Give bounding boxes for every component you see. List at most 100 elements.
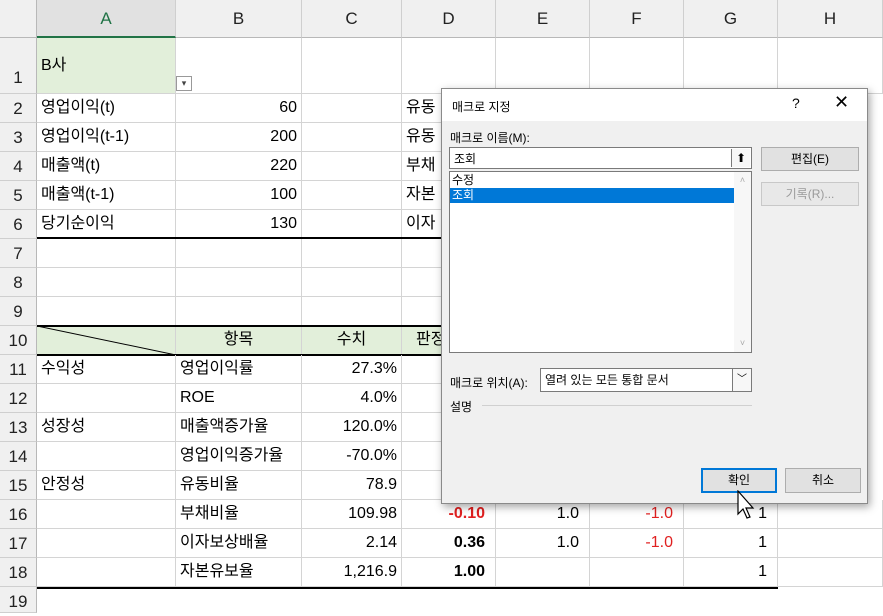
cell-a10[interactable] [37, 326, 176, 355]
cell-b12[interactable]: ROE [176, 384, 302, 413]
scroll-up-icon[interactable]: ˄ [734, 172, 751, 189]
cell-d10[interactable]: 판정 [402, 326, 442, 355]
dialog-titlebar[interactable]: 매크로 지정 ? ✕ [442, 89, 867, 121]
cell-a18[interactable] [37, 558, 176, 587]
row-header-7[interactable]: 7 [0, 239, 37, 268]
cell-b5[interactable]: 100 [176, 181, 302, 210]
cell-b14[interactable]: 영업이익증가율 [176, 442, 302, 471]
cell-h16[interactable] [778, 500, 883, 529]
cell-g1[interactable] [684, 38, 778, 94]
cell-b15[interactable]: 유동비율 [176, 471, 302, 500]
cell-d14[interactable] [402, 442, 442, 471]
cell-h1[interactable] [778, 38, 883, 94]
cell-c10[interactable]: 수치 [302, 326, 402, 355]
cell-g17[interactable]: 1 [684, 529, 778, 558]
row-header-6[interactable]: 6 [0, 210, 37, 239]
cell-f16[interactable]: -1.0 [590, 500, 684, 529]
row-header-8[interactable]: 8 [0, 268, 37, 297]
row-header-1[interactable]: 1 [0, 38, 37, 94]
cell-a17[interactable] [37, 529, 176, 558]
cell-b2[interactable]: 60 [176, 94, 302, 123]
row-header-12[interactable]: 12 [0, 384, 37, 413]
cell-a16[interactable] [37, 500, 176, 529]
scroll-down-icon[interactable]: ˅ [734, 335, 751, 352]
cell-d8[interactable] [402, 268, 442, 297]
cell-b3[interactable]: 200 [176, 123, 302, 152]
cell-b11[interactable]: 영업이익률 [176, 355, 302, 384]
cell-b17[interactable]: 이자보상배율 [176, 529, 302, 558]
cell-f18[interactable] [590, 558, 684, 587]
macro-assign-dialog[interactable]: 매크로 지정 ? ✕ 매크로 이름(M): 조회 ⬆ 수정 조회 ˄ ˅ 편집(… [441, 88, 868, 504]
cell-a2[interactable]: 영업이익(t) [37, 94, 176, 123]
cell-d12[interactable] [402, 384, 442, 413]
column-header-a[interactable]: A [37, 0, 176, 38]
cell-b9[interactable] [176, 297, 302, 326]
cell-a4[interactable]: 매출액(t) [37, 152, 176, 181]
cell-h18[interactable] [778, 558, 883, 587]
cell-d15[interactable] [402, 471, 442, 500]
row-header-9[interactable]: 9 [0, 297, 37, 326]
cell-f1[interactable] [590, 38, 684, 94]
cell-g18[interactable]: 1 [684, 558, 778, 587]
help-button[interactable]: ? [792, 95, 800, 111]
list-item[interactable]: 수정 [450, 173, 735, 188]
cell-c17[interactable]: 2.14 [302, 529, 402, 558]
row-header-5[interactable]: 5 [0, 181, 37, 210]
list-scrollbar[interactable]: ˄ ˅ [734, 172, 751, 352]
cell-b8[interactable] [176, 268, 302, 297]
cell-a12[interactable] [37, 384, 176, 413]
cell-c3[interactable] [302, 123, 402, 152]
cell-b6[interactable]: 130 [176, 210, 302, 239]
macro-location-select[interactable]: 열려 있는 모든 통합 문서 ﹀ [540, 368, 752, 392]
cell-c2[interactable] [302, 94, 402, 123]
cell-a11[interactable]: 수익성 [37, 355, 176, 384]
macro-name-input[interactable]: 조회 ⬆ [449, 147, 752, 169]
edit-button[interactable]: 편집(E) [761, 147, 859, 171]
row-header-3[interactable]: 3 [0, 123, 37, 152]
cell-c11[interactable]: 27.3% [302, 355, 402, 384]
column-header-h[interactable]: H [778, 0, 883, 38]
cell-a5[interactable]: 매출액(t-1) [37, 181, 176, 210]
collapse-dialog-icon[interactable]: ⬆ [731, 149, 750, 167]
cell-b1[interactable] [176, 38, 302, 94]
cell-c6[interactable] [302, 210, 402, 239]
cell-a8[interactable] [37, 268, 176, 297]
cell-a9[interactable] [37, 297, 176, 326]
row-header-15[interactable]: 15 [0, 471, 37, 500]
cell-c12[interactable]: 4.0% [302, 384, 402, 413]
cell-a1[interactable]: B사 [37, 38, 176, 94]
row-header-16[interactable]: 16 [0, 500, 37, 529]
cell-a3[interactable]: 영업이익(t-1) [37, 123, 176, 152]
cell-c9[interactable] [302, 297, 402, 326]
list-item-selected[interactable]: 조회 [450, 188, 735, 203]
cell-g16[interactable]: 1 [684, 500, 778, 529]
record-button[interactable]: 기록(R)... [761, 182, 859, 206]
cell-a7[interactable] [37, 239, 176, 268]
column-header-b[interactable]: B [176, 0, 302, 38]
cancel-button[interactable]: 취소 [785, 468, 861, 493]
cell-f17[interactable]: -1.0 [590, 529, 684, 558]
row-header-10[interactable]: 10 [0, 326, 37, 355]
row-header-17[interactable]: 17 [0, 529, 37, 558]
cell-c5[interactable] [302, 181, 402, 210]
cell-c15[interactable]: 78.9 [302, 471, 402, 500]
cell-b7[interactable] [176, 239, 302, 268]
row-header-14[interactable]: 14 [0, 442, 37, 471]
cell-b18[interactable]: 자본유보율 [176, 558, 302, 587]
column-header-g[interactable]: G [684, 0, 778, 38]
cell-e16[interactable]: 1.0 [496, 500, 590, 529]
cell-c13[interactable]: 120.0% [302, 413, 402, 442]
cell-e17[interactable]: 1.0 [496, 529, 590, 558]
column-header-c[interactable]: C [302, 0, 402, 38]
column-header-e[interactable]: E [496, 0, 590, 38]
cell-b16[interactable]: 부채비율 [176, 500, 302, 529]
row-header-4[interactable]: 4 [0, 152, 37, 181]
row-header-2[interactable]: 2 [0, 94, 37, 123]
cell-a15[interactable]: 안정성 [37, 471, 176, 500]
cell-c8[interactable] [302, 268, 402, 297]
cell-c7[interactable] [302, 239, 402, 268]
cell-c4[interactable] [302, 152, 402, 181]
cell-a13[interactable]: 성장성 [37, 413, 176, 442]
column-header-d[interactable]: D [402, 0, 496, 38]
cell-d1[interactable] [402, 38, 496, 94]
